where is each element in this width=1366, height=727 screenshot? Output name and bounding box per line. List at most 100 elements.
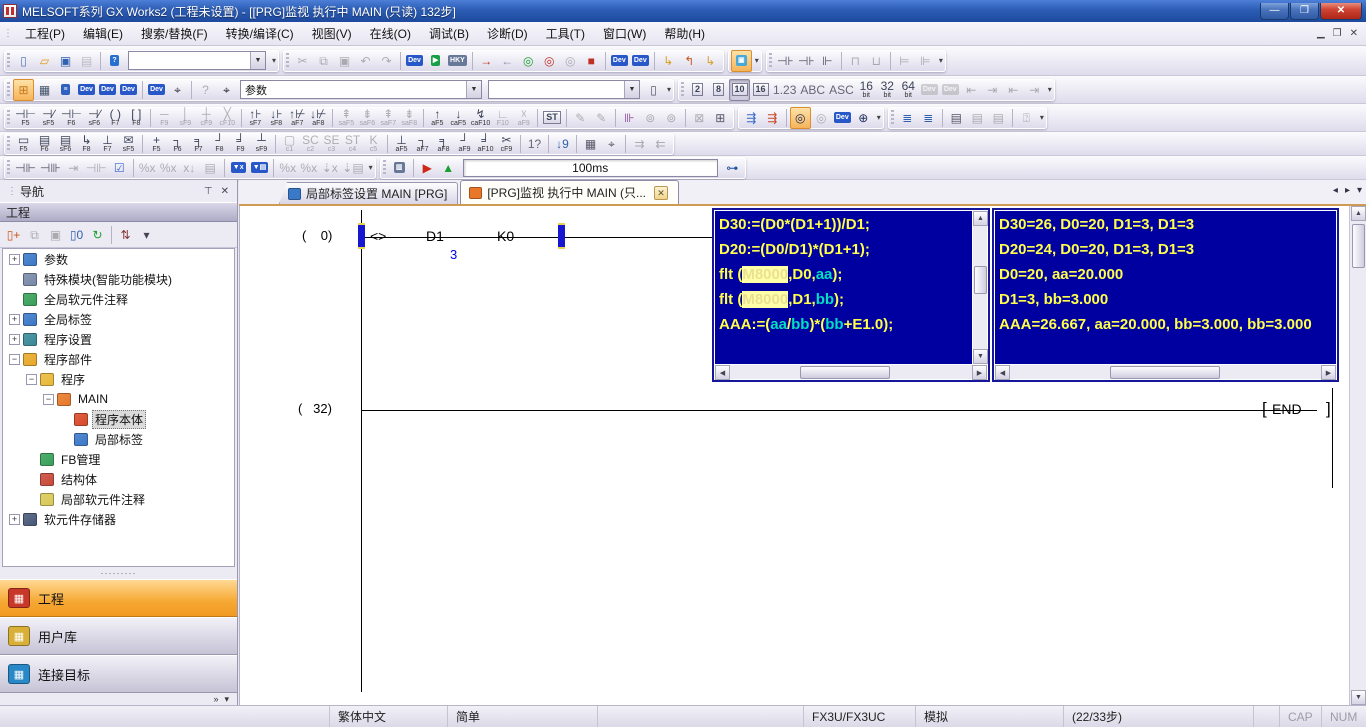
radix-16-button[interactable]: 16 (750, 79, 771, 101)
combo-dropdown-arrow-icon[interactable]: ▼ (250, 52, 265, 69)
align-down-button[interactable]: ≣ (897, 107, 918, 129)
radix-10-button[interactable]: 10 (729, 79, 750, 101)
menu-item-6[interactable]: 调试(B) (420, 22, 478, 45)
nav-splitter[interactable]: ········· (0, 567, 237, 579)
sfc-selection-button[interactable]: ╕F7 (188, 133, 209, 155)
block-list-button[interactable]: ▦ (580, 133, 601, 155)
insert-column-button[interactable]: ⊚ (661, 107, 682, 129)
tree-expander-icon[interactable]: + (9, 254, 20, 265)
coil-button[interactable]: ( )F7 (105, 107, 126, 129)
open-branch-button[interactable]: ⊣⊢F6 (59, 107, 84, 129)
nav-pin-icon[interactable]: ⊤ (204, 186, 213, 197)
nav-property-button[interactable]: ▯0 (66, 224, 87, 246)
menu-item-8[interactable]: 工具(T) (537, 22, 594, 45)
statement-edit-button[interactable]: ▤F6 (34, 133, 55, 155)
menu-item-9[interactable]: 窗口(W) (594, 22, 655, 45)
device-display-button[interactable]: Dev (146, 79, 167, 101)
nav-sort-arrow[interactable]: ▾ (136, 224, 157, 246)
word-16bit-button[interactable]: 16bit (856, 79, 877, 101)
edge-relay-button[interactable]: ∟F10 (492, 107, 513, 129)
device-comment2-button[interactable]: Dev (76, 79, 97, 101)
search-highlight-button[interactable]: ◎ (790, 107, 811, 129)
statement-button[interactable]: ▤ (946, 107, 967, 129)
sfc-step-button[interactable]: +F5 (146, 133, 167, 155)
scroll-thumb[interactable] (974, 266, 987, 294)
monitor-warning-button[interactable]: ▲ (438, 157, 459, 179)
convert-pulse-button[interactable]: ↓caF5 (448, 107, 469, 129)
word-64bit-button[interactable]: 64bit (898, 79, 919, 101)
tree-item-FB管理[interactable]: FB管理 (3, 449, 234, 469)
group-handle[interactable] (7, 110, 10, 126)
tree-item-程序部件[interactable]: −程序部件 (3, 349, 234, 369)
tree-item-局部软元件注释[interactable]: 局部软元件注释 (3, 489, 234, 509)
user-statement-button[interactable]: ⍰ (1016, 107, 1037, 129)
delete-hline-button[interactable]: ┼cF9 (196, 107, 217, 129)
restore-button[interactable]: ❐ (1290, 3, 1319, 20)
ladder-edit-3-button[interactable]: ⊩ (817, 50, 838, 72)
tree-expander-icon[interactable]: + (9, 334, 20, 345)
nav-view-button-用户库[interactable]: ▦用户库 (0, 617, 237, 655)
monitor-condition-button[interactable]: ▥ (389, 157, 410, 179)
group-handle[interactable] (7, 53, 10, 69)
nav-more-icon[interactable]: ▾ (224, 694, 229, 705)
tab-prg-monitor[interactable]: [PRG]监视 执行中 MAIN (只... ✕ (460, 180, 679, 204)
nav-sort-filter-button[interactable]: ⇅ (115, 224, 136, 246)
find-value-combobox[interactable]: ▼ (488, 80, 640, 99)
st-monitor-value-box[interactable]: D30=26, D0=20, D1=3, D1=3D20=24, D0=20, … (992, 208, 1339, 382)
ladder-edit-4-button[interactable]: ⊓ (845, 50, 866, 72)
delete-vline-button[interactable]: ╳cF10 (217, 107, 238, 129)
fb-pin-button[interactable]: ⊣⊩ (84, 157, 109, 179)
delete-edge-button[interactable]: ☓aF9 (513, 107, 534, 129)
device-test-1-button[interactable]: Dev (919, 79, 940, 101)
open-project-button[interactable]: ▱ (34, 50, 55, 72)
label-x3-button[interactable]: %x (277, 157, 298, 179)
toolbar-overflow-icon[interactable]: ▾ (667, 85, 671, 94)
toolbar-overflow-icon[interactable]: ▾ (877, 113, 881, 122)
label-x1-button[interactable]: %x (137, 157, 158, 179)
project-view-button[interactable]: ⊞ (13, 79, 34, 101)
combo-dropdown-arrow-icon[interactable]: ▼ (624, 81, 639, 98)
mdi-close-button[interactable]: ✕ (1350, 28, 1358, 39)
copy-button[interactable]: ⧉ (313, 50, 334, 72)
tree-item-程序本体[interactable]: 程序本体 (3, 409, 234, 429)
context-help-button[interactable]: ? (195, 79, 216, 101)
ladder-edit-1-button[interactable]: ⊣⊦ (775, 50, 796, 72)
tree-expander-icon[interactable]: − (43, 394, 54, 405)
horizontal-line-button[interactable]: ─F9 (154, 107, 175, 129)
group-handle[interactable] (681, 82, 684, 98)
scroll-left-icon[interactable]: ◀ (995, 365, 1010, 380)
toolbar-overflow-icon[interactable]: ▾ (272, 56, 276, 65)
tree-expander-icon[interactable]: + (9, 314, 20, 325)
end-branch-button[interactable]: ↳F8 (76, 133, 97, 155)
close-contact-button[interactable]: ⊣∕sF5 (38, 107, 59, 129)
device-search-button[interactable]: ⌖ (167, 79, 188, 101)
close-button[interactable]: ✕ (1320, 3, 1362, 20)
device-reference-button[interactable]: Dev (118, 79, 139, 101)
nav-close-icon[interactable]: ✕ (221, 186, 229, 197)
scroll-left-icon[interactable]: ◀ (715, 365, 730, 380)
ladder-edit-7-button[interactable]: ⊫ (915, 50, 936, 72)
device-find-button[interactable]: Dev (609, 50, 630, 72)
sfc-jump-button[interactable]: ╛F9 (230, 133, 251, 155)
mdi-restore-button[interactable]: ❐ (1333, 28, 1342, 39)
save-project-button[interactable]: ▣ (55, 50, 76, 72)
tab-scroll-right-icon[interactable]: ▸ (1345, 185, 1350, 196)
radix-2-button[interactable]: 2 (687, 79, 708, 101)
cross-reference-button[interactable]: ⇶ (741, 107, 762, 129)
scroll-right-icon[interactable]: ▶ (1321, 365, 1336, 380)
zoom-src-button[interactable]: ⇉ (629, 133, 650, 155)
sfc-transition-button[interactable]: ┐F6 (167, 133, 188, 155)
nav-new-data-button[interactable]: ▯+ (3, 224, 24, 246)
menu-item-10[interactable]: 帮助(H) (655, 22, 714, 45)
tab-local-label-setting[interactable]: 局部标签设置 MAIN [PRG] (279, 182, 458, 204)
tree-item-参数[interactable]: +参数 (3, 249, 234, 269)
label-x2-button[interactable]: %x (158, 157, 179, 179)
ladder-edit-2-button[interactable]: ⊣⊦ (796, 50, 817, 72)
branch-pulse-rising-button[interactable]: ⇞saF5 (336, 107, 357, 129)
nav-expand-icon[interactable]: » (213, 694, 218, 704)
undo-button[interactable]: ↶ (355, 50, 376, 72)
statement-list-button[interactable]: ▤ (988, 107, 1009, 129)
sfc-vert-button[interactable]: ⊥aF5 (391, 133, 412, 155)
menu-item-0[interactable]: 工程(P) (16, 22, 74, 45)
group-handle[interactable] (891, 110, 894, 126)
